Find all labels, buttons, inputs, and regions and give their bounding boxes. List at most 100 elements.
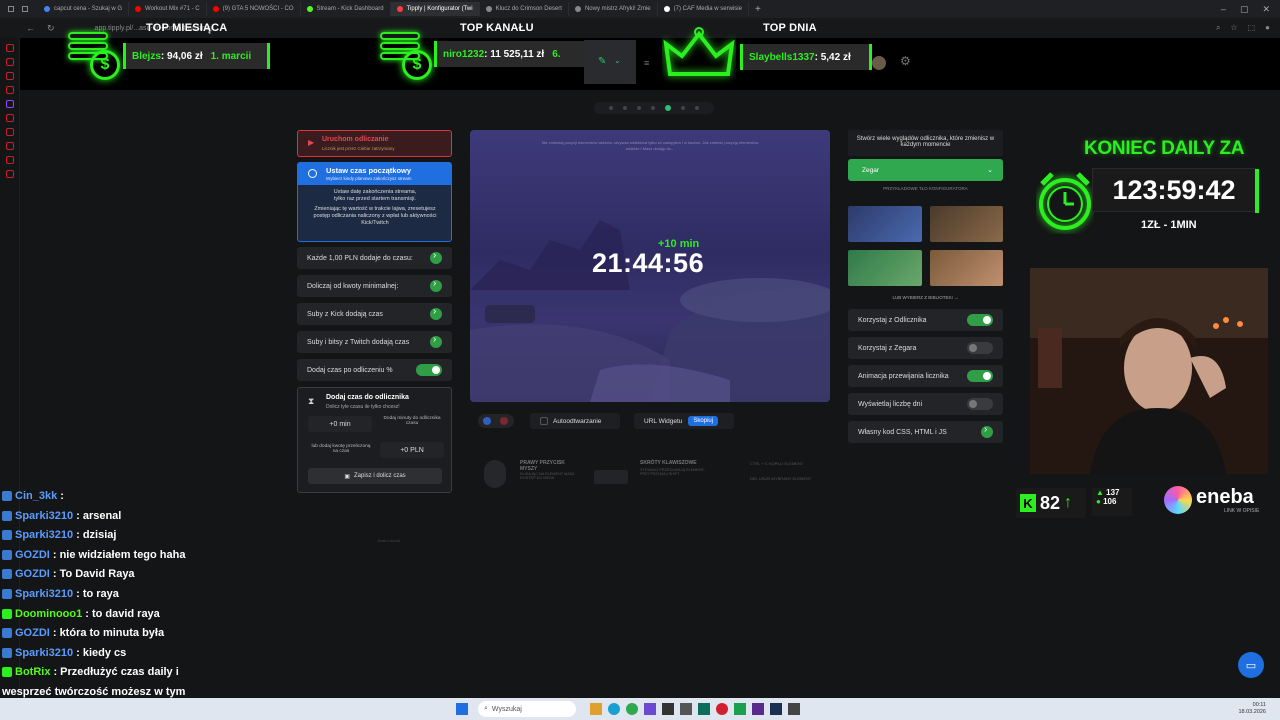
toggle-row[interactable]: Wyświetlaj liczbę dni <box>848 393 1003 415</box>
windows-start-icon[interactable] <box>456 703 468 715</box>
step-dot[interactable] <box>681 106 685 110</box>
custom-code-row[interactable]: Własny kod CSS, HTML i JS <box>848 421 1003 443</box>
set-time-title: Ustaw czas początkowy <box>326 166 412 175</box>
browser-tab[interactable]: Klucz do Crimson Desert <box>480 2 569 16</box>
taskbar-clock[interactable]: 00:11 18.03.2026 <box>1238 702 1280 716</box>
step-dot[interactable] <box>609 106 613 110</box>
step-dot[interactable] <box>695 106 699 110</box>
opera-icon[interactable] <box>716 703 728 715</box>
app-icon[interactable] <box>662 703 674 715</box>
browser-tab[interactable]: Stream - Kick Dashboard <box>301 2 391 16</box>
browser-tab[interactable]: Nowy mistrz Afryki! Zmie <box>569 2 658 16</box>
chevron-down-icon[interactable]: ⌄ <box>614 56 621 65</box>
bookmark-icon[interactable]: ☆ <box>1230 23 1237 33</box>
avatar[interactable] <box>872 56 886 70</box>
toggle-switch[interactable] <box>967 370 993 382</box>
gear-icon[interactable]: ⚙ <box>900 54 911 68</box>
library-link[interactable]: LUB WYBIERZ Z BIBLIOTEKI → <box>848 295 1003 300</box>
browser-tab[interactable]: capcut cena - Szukaj w G <box>38 2 130 16</box>
step-dot[interactable] <box>637 106 641 110</box>
app-icon[interactable] <box>788 703 800 715</box>
profile-icon[interactable]: ● <box>1265 23 1270 33</box>
config-row[interactable]: Każde 1,00 PLN dodaje do czasu: <box>297 247 452 269</box>
app-icon[interactable] <box>752 703 764 715</box>
reload-icon[interactable]: ↻ <box>47 23 55 34</box>
sidebar-app-icon[interactable] <box>5 58 14 66</box>
chat-support-icon[interactable]: ▭ <box>1238 652 1264 678</box>
arrow-right-icon[interactable] <box>430 334 442 348</box>
step-dot[interactable] <box>651 106 655 110</box>
sidebar-app-icon[interactable] <box>5 72 14 80</box>
sidebar-twitch-icon[interactable] <box>5 100 14 108</box>
add-after-countdown-row[interactable]: Dodaj czas po odliczeniu % <box>297 359 452 381</box>
steam-icon[interactable] <box>770 703 782 715</box>
toggle-row[interactable]: Korzystaj z Odlicznika <box>848 309 1003 331</box>
chrome-icon[interactable] <box>626 703 638 715</box>
arrow-right-icon[interactable] <box>430 250 442 264</box>
toggle-row[interactable]: Korzystaj z Zegara <box>848 337 1003 359</box>
back-icon[interactable]: ← <box>26 23 35 33</box>
sidebar-app-icon[interactable] <box>5 114 14 122</box>
teams-icon[interactable] <box>644 703 656 715</box>
extensions-icon[interactable]: ⬚ <box>1248 23 1256 33</box>
widget-preview[interactable]: Nie zmieniaj pozycji elementów widżetu, … <box>470 130 830 402</box>
step-dot-active[interactable] <box>665 105 671 111</box>
close-icon[interactable]: ✕ <box>1262 4 1270 15</box>
folder-icon[interactable] <box>590 703 602 715</box>
template-thumbnail[interactable] <box>930 206 1003 242</box>
arrow-right-icon[interactable] <box>981 424 993 438</box>
menu-icon[interactable] <box>8 6 14 12</box>
copy-url-button[interactable]: Skopiuj <box>688 416 719 426</box>
start-countdown-button[interactable]: ▶ Uruchom odliczanie Licznik jest przez … <box>297 130 452 157</box>
layers-icon[interactable]: ≡ <box>644 58 649 68</box>
template-thumbnail[interactable] <box>930 250 1003 286</box>
browser-tab[interactable]: (7) CAF Media w serwisie <box>658 2 749 16</box>
bottom-hint: Brak tutoriali <box>378 538 401 543</box>
template-thumbnail[interactable] <box>848 206 922 242</box>
toggle-switch[interactable] <box>967 314 993 326</box>
browser-tab[interactable]: (9) GTA 5 NOWOŚCI - CO <box>207 2 301 16</box>
save-add-time-button[interactable]: ▣ Zapisz i dolicz czas <box>308 468 442 484</box>
tabs-icon[interactable] <box>22 6 28 12</box>
arrow-right-icon[interactable] <box>430 306 442 320</box>
minimize-icon[interactable]: – <box>1221 4 1226 15</box>
chat-message: Cin_3kk: <box>2 490 64 502</box>
taskbar-search[interactable]: ⌕ Wyszukaj <box>478 701 576 717</box>
add-after-countdown-toggle[interactable] <box>416 364 442 376</box>
maximize-icon[interactable]: ▢ <box>1240 4 1249 15</box>
new-tab-icon[interactable]: + <box>755 4 761 15</box>
sidebar-app-icon[interactable] <box>5 128 14 136</box>
arrow-right-icon[interactable] <box>430 278 442 292</box>
template-thumbnail[interactable] <box>848 250 922 286</box>
step-dot[interactable] <box>623 106 627 110</box>
toggle-switch[interactable] <box>967 398 993 410</box>
play-control-icon[interactable] <box>483 417 491 425</box>
edge-icon[interactable] <box>608 703 620 715</box>
toggle-row[interactable]: Animacja przewijania licznika <box>848 365 1003 387</box>
sidebar-app-icon[interactable] <box>5 44 14 52</box>
sidebar-app-icon[interactable] <box>5 142 14 150</box>
autoplay-checkbox[interactable] <box>540 417 548 425</box>
edit-icon[interactable]: ✎ <box>598 56 606 67</box>
sidebar-app-icon[interactable] <box>5 86 14 94</box>
autoplay-label: Autoodtwarzanie <box>553 417 602 425</box>
sidebar-app-icon[interactable] <box>5 156 14 164</box>
app-icon[interactable] <box>734 703 746 715</box>
sidebar-app-icon[interactable] <box>5 170 14 178</box>
config-row[interactable]: Suby z Kick dodają czas <box>297 303 452 325</box>
config-row[interactable]: Doliczaj od kwoty minimalnej: <box>297 275 452 297</box>
autoplay-toggle[interactable]: Autoodtwarzanie <box>530 413 620 429</box>
zoom-icon[interactable]: ⌕ <box>1216 23 1220 33</box>
browser-tab[interactable]: Workout Mix #71 - C <box>129 2 207 16</box>
app-icon[interactable] <box>698 703 710 715</box>
add-pln-input[interactable]: +0 PLN <box>380 442 444 458</box>
layout-select[interactable]: Zegar ⌄ <box>848 159 1003 181</box>
widget-url-box: URL Widgetu Skopiuj <box>634 413 734 429</box>
stop-control-icon[interactable] <box>500 417 508 425</box>
config-row[interactable]: Suby i bitsy z Twitch dodają czas <box>297 331 452 353</box>
app-icon[interactable] <box>680 703 692 715</box>
browser-tab[interactable]: Tipply | Konfigurator (Twi <box>390 2 480 16</box>
set-start-time-card[interactable]: Ustaw czas początkowy Wybierz kiedy plan… <box>297 162 452 242</box>
add-minutes-input[interactable]: +0 min <box>308 416 372 432</box>
toggle-switch[interactable] <box>967 342 993 354</box>
